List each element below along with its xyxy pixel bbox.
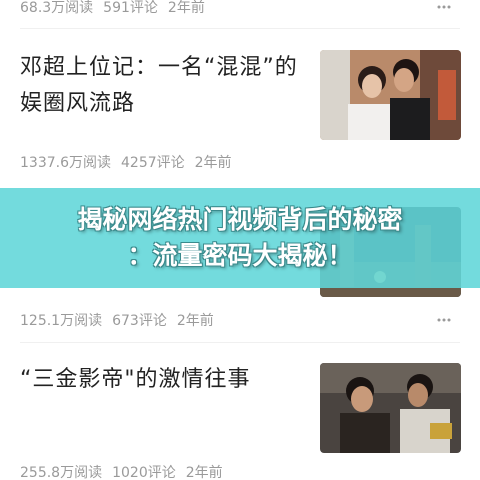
article-thumbnail[interactable] <box>320 50 461 140</box>
article-meta: 68.3万阅读 591评论 2年前 <box>20 0 205 17</box>
article-meta: 1337.6万阅读 4257评论 2年前 <box>20 152 232 172</box>
comment-count: 673评论 <box>112 313 167 329</box>
headline-banner: 揭秘网络热门视频背后的秘密 ：流量密码大揭秘！ <box>0 188 480 288</box>
read-count: 255.8万阅读 <box>20 465 103 480</box>
more-dots-icon <box>437 5 451 9</box>
more-options-button[interactable] <box>434 313 454 327</box>
publish-time: 2年前 <box>185 465 223 480</box>
more-options-button[interactable] <box>434 0 454 14</box>
article-thumbnail[interactable] <box>320 363 461 453</box>
comment-count: 591评论 <box>103 0 158 16</box>
article-title[interactable]: 邓超上位记：一名“混混”的娱圈风流路 <box>20 50 300 122</box>
more-dots-icon <box>437 318 451 322</box>
banner-headline-line2: ：流量密码大揭秘！ <box>127 241 353 270</box>
publish-time: 2年前 <box>167 0 205 16</box>
read-count: 1337.6万阅读 <box>20 155 111 171</box>
publish-time: 2年前 <box>176 313 214 329</box>
divider <box>20 342 460 343</box>
article-meta: 255.8万阅读 1020评论 2年前 <box>20 462 223 480</box>
comment-count: 4257评论 <box>121 155 185 171</box>
publish-time: 2年前 <box>194 155 232 171</box>
article-meta: 125.1万阅读 673评论 2年前 <box>20 310 214 330</box>
comment-count: 1020评论 <box>112 465 176 480</box>
article-title[interactable]: “三金影帝"的激情往事 <box>20 362 300 398</box>
banner-headline-line1: 揭秘网络热门视频背后的秘密 <box>77 205 403 234</box>
read-count: 125.1万阅读 <box>20 313 103 329</box>
divider <box>20 28 460 29</box>
read-count: 68.3万阅读 <box>20 0 94 16</box>
news-feed: 68.3万阅读 591评论 2年前 邓超上位记：一名“混混”的娱圈风流路 133… <box>0 0 480 480</box>
